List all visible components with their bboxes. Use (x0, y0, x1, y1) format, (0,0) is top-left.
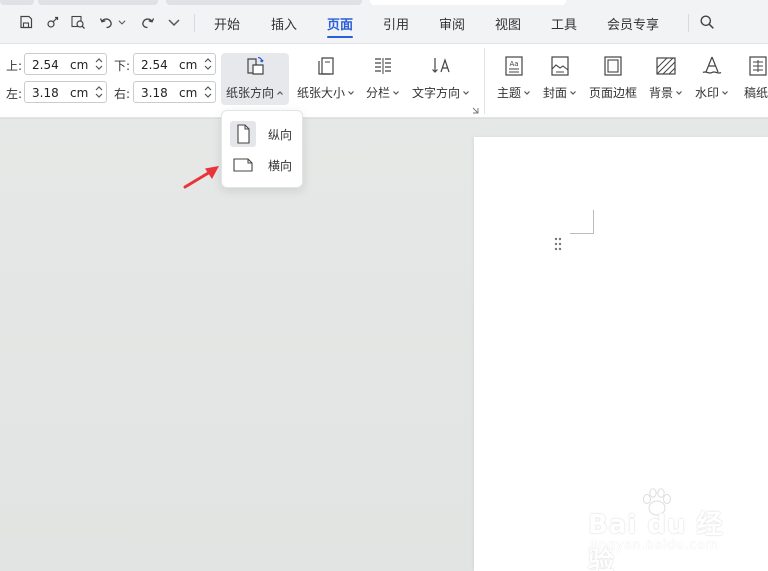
spinner-icon[interactable] (203, 55, 213, 73)
margin-right-label: 右: (114, 87, 131, 101)
theme-button[interactable]: Aa 主题 (494, 53, 534, 105)
document-tab-active[interactable] (370, 0, 566, 5)
tab-tools[interactable]: 工具 (551, 14, 577, 34)
text-direction-icon (432, 58, 450, 73)
landscape-page-icon (230, 152, 256, 178)
margin-left-field[interactable]: 3.18 cm (24, 81, 107, 103)
margin-right-field[interactable]: 3.18 cm (133, 81, 216, 103)
menu-bar: 开始 插入 页面 引用 审阅 视图 工具 会员专享 (0, 0, 768, 44)
margin-bottom-unit: cm (179, 58, 198, 72)
page-border-label: 页面边框 (588, 86, 637, 100)
manuscript-icon (749, 56, 767, 76)
background-button[interactable]: 背景 (646, 53, 686, 105)
orientation-menu: 纵向 横向 (221, 110, 303, 188)
orientation-button[interactable]: 纸张方向 (221, 53, 289, 105)
portrait-page-icon (230, 121, 256, 147)
tab-references[interactable]: 引用 (383, 14, 409, 34)
chevron-down-icon (463, 90, 469, 95)
portrait-label: 纵向 (268, 127, 293, 142)
page-border-button[interactable]: 页面边框 (588, 53, 638, 105)
margin-bottom-value[interactable]: 2.54 (141, 58, 168, 72)
margin-right-unit: cm (179, 86, 198, 100)
cover-label: 封面 (542, 86, 567, 100)
manuscript-label: 稿纸 (744, 86, 768, 100)
margin-right-value[interactable]: 3.18 (141, 86, 168, 100)
baidu-jingyan-watermark: Bai du 经验 jingyan.baidu.com (588, 488, 738, 571)
tab-home[interactable]: 开始 (214, 14, 240, 34)
tab-review[interactable]: 审阅 (439, 14, 465, 34)
save-icon[interactable] (16, 12, 36, 32)
manuscript-button[interactable]: 稿纸 (744, 53, 768, 105)
separator (688, 14, 689, 32)
orientation-option-landscape[interactable]: 横向 (230, 151, 298, 179)
group-separator (484, 48, 485, 114)
margin-top-unit: cm (70, 58, 89, 72)
columns-button[interactable]: 分栏 (364, 53, 402, 105)
chevron-down-icon (348, 90, 354, 95)
undo-dropdown-chevron-icon[interactable] (116, 12, 128, 32)
watermark-label: 水印 (694, 86, 719, 100)
more-icon[interactable] (164, 12, 184, 32)
watermark-url: jingyan.baidu.com (590, 538, 719, 553)
watermark-button[interactable]: 水印 (692, 53, 732, 105)
text-direction-label: 文字方向 (411, 86, 460, 100)
cover-icon (551, 56, 569, 76)
margin-top-label: 上: (6, 59, 23, 73)
chevron-down-icon (524, 90, 530, 95)
orientation-icon (247, 56, 264, 75)
redo-icon[interactable] (138, 12, 158, 32)
spinner-icon[interactable] (94, 83, 104, 101)
link-icon[interactable] (43, 12, 63, 32)
margin-left-label: 左: (6, 87, 23, 101)
margin-top-value[interactable]: 2.54 (32, 58, 59, 72)
background-icon (656, 57, 676, 75)
tab-view[interactable]: 视图 (495, 14, 521, 34)
chevron-down-icon (393, 90, 399, 95)
tab-member[interactable]: 会员专享 (607, 14, 659, 34)
chevron-down-icon (570, 90, 576, 95)
undo-icon[interactable] (96, 12, 116, 32)
document-tab-stub[interactable] (166, 0, 362, 5)
columns-icon (375, 58, 391, 74)
separator (194, 14, 195, 32)
group-expand-icon[interactable] (472, 107, 479, 114)
text-direction-button[interactable]: 文字方向 (410, 53, 472, 105)
orientation-option-portrait[interactable]: 纵向 (230, 120, 298, 148)
margin-crop-mark (570, 210, 594, 234)
margin-bottom-label: 下: (114, 59, 131, 73)
spinner-icon[interactable] (94, 55, 104, 73)
margin-left-value[interactable]: 3.18 (32, 86, 59, 100)
margin-top-field[interactable]: 2.54 cm (24, 53, 107, 75)
drag-handle-icon[interactable] (554, 237, 562, 251)
tab-insert[interactable]: 插入 (271, 14, 297, 34)
orientation-label: 纸张方向 (225, 86, 274, 100)
paper-size-label: 纸张大小 (296, 86, 345, 100)
tab-page[interactable]: 页面 (327, 14, 354, 38)
cover-button[interactable]: 封面 (540, 53, 580, 105)
margin-bottom-field[interactable]: 2.54 cm (133, 53, 216, 75)
chevron-down-icon (676, 90, 682, 95)
chevron-up-icon (277, 90, 283, 95)
find-replace-icon[interactable] (68, 12, 88, 32)
columns-label: 分栏 (365, 86, 390, 100)
margin-left-unit: cm (70, 86, 89, 100)
page-border-icon (604, 56, 622, 76)
chevron-down-icon (722, 90, 728, 95)
document-tab-stub[interactable] (38, 0, 158, 5)
ribbon-page: 上: 2.54 cm 下: 2.54 cm 左: 3.18 cm 右: 3.18… (0, 44, 768, 118)
spinner-icon[interactable] (203, 83, 213, 101)
watermark-icon (702, 56, 722, 74)
landscape-label: 横向 (268, 158, 293, 173)
document-tab-stub[interactable] (0, 0, 34, 5)
paper-size-icon (318, 57, 334, 75)
annotation-arrow-icon (183, 166, 219, 189)
theme-icon: Aa (505, 56, 523, 76)
background-label: 背景 (648, 86, 673, 100)
svg-text:Aa: Aa (509, 60, 518, 68)
search-icon[interactable] (697, 12, 717, 32)
theme-label: 主题 (496, 86, 521, 100)
paper-size-button[interactable]: 纸张大小 (296, 53, 356, 105)
